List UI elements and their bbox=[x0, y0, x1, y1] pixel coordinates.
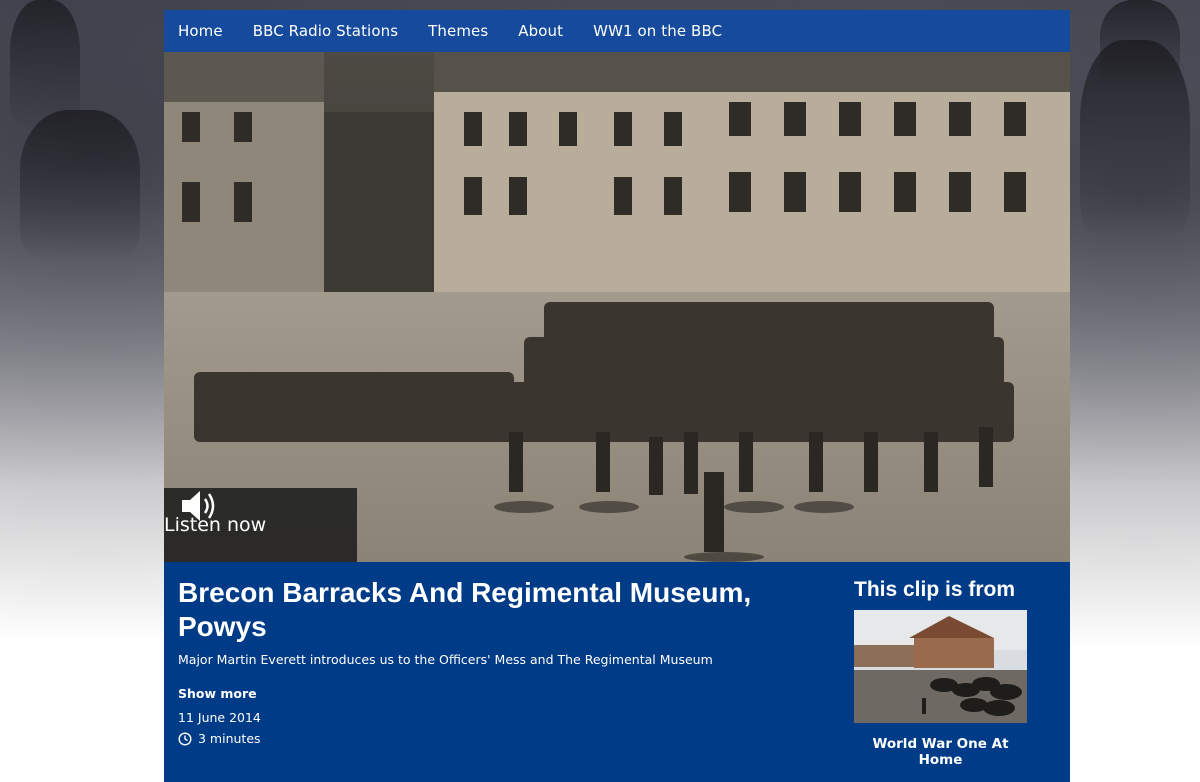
barracks-photo-illustration bbox=[164, 52, 1070, 562]
page-container: Home BBC Radio Stations Themes About WW1… bbox=[164, 10, 1070, 782]
programme-thumbnail[interactable] bbox=[854, 610, 1027, 723]
nav-home[interactable]: Home bbox=[178, 22, 223, 40]
listen-now-button[interactable]: Listen now bbox=[164, 488, 357, 562]
clip-duration-label: 3 minutes bbox=[198, 731, 261, 746]
background-soldier-left-2 bbox=[20, 110, 140, 260]
this-clip-is-from-heading: This clip is from bbox=[854, 578, 1016, 601]
programme-title-link[interactable]: World War One At Home bbox=[854, 736, 1027, 768]
clip-duration: 3 minutes bbox=[178, 731, 261, 746]
clip-description: Major Martin Everett introduces us to th… bbox=[178, 652, 713, 667]
background-soldier-right-2 bbox=[1100, 0, 1180, 90]
nav-about[interactable]: About bbox=[518, 22, 563, 40]
clip-info-panel: Brecon Barracks And Regimental Museum, P… bbox=[164, 562, 1070, 782]
speaker-icon bbox=[182, 491, 215, 521]
station-horses-photo bbox=[854, 610, 1027, 723]
clip-date: 11 June 2014 bbox=[178, 710, 261, 725]
clock-icon bbox=[178, 731, 192, 746]
nav-themes[interactable]: Themes bbox=[428, 22, 488, 40]
clip-title: Brecon Barracks And Regimental Museum, P… bbox=[178, 577, 752, 642]
nav-ww1-on-the-bbc[interactable]: WW1 on the BBC bbox=[593, 22, 722, 40]
main-nav: Home BBC Radio Stations Themes About WW1… bbox=[164, 10, 1070, 52]
show-more-link[interactable]: Show more bbox=[178, 686, 257, 701]
nav-bbc-radio-stations[interactable]: BBC Radio Stations bbox=[253, 22, 398, 40]
hero-photo: Listen now bbox=[164, 52, 1070, 562]
